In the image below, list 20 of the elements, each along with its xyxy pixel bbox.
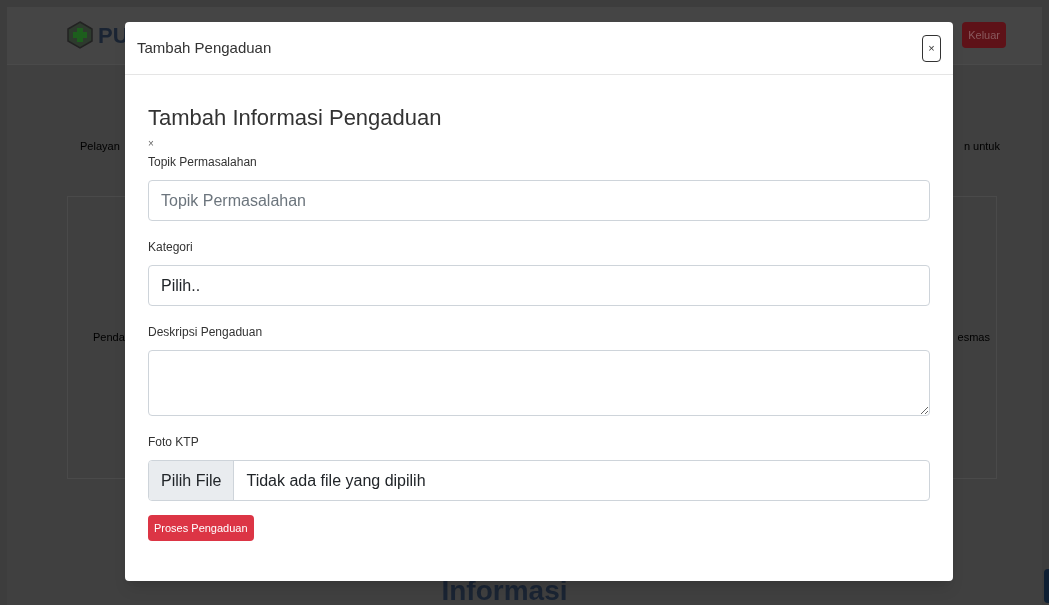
field-label: Topik Permasalahan [148,154,258,171]
text-input-field[interactable]: Topik Permasalahan [148,180,930,221]
form-heading: Tambah Informasi Pengaduan [148,104,443,132]
intro-text: Pelayan [80,138,120,154]
modal-title: Tambah Pengaduan [137,37,272,58]
field-label: Foto KTP [148,434,200,451]
submit-button[interactable]: Proses Pengaduan [148,515,254,541]
file-input-field[interactable]: Pilih File Tidak ada file yang dipilih [148,460,930,501]
file-status-text: Tidak ada file yang dipilih [245,470,427,491]
choose-file-button[interactable]: Pilih File [149,461,235,500]
dismiss-button[interactable]: × [148,139,154,149]
card-text: esmas [957,330,990,346]
field-label: Deskripsi Pengaduan [148,324,264,341]
description-textarea[interactable] [148,350,930,416]
card-text: Penda [93,330,125,346]
field-label: Kategori [148,239,194,256]
close-button[interactable]: × [922,34,941,62]
category-select[interactable]: Pilih.. [148,265,930,306]
intro-text: n untuk [963,138,1000,154]
medical-cross-icon [66,21,94,50]
